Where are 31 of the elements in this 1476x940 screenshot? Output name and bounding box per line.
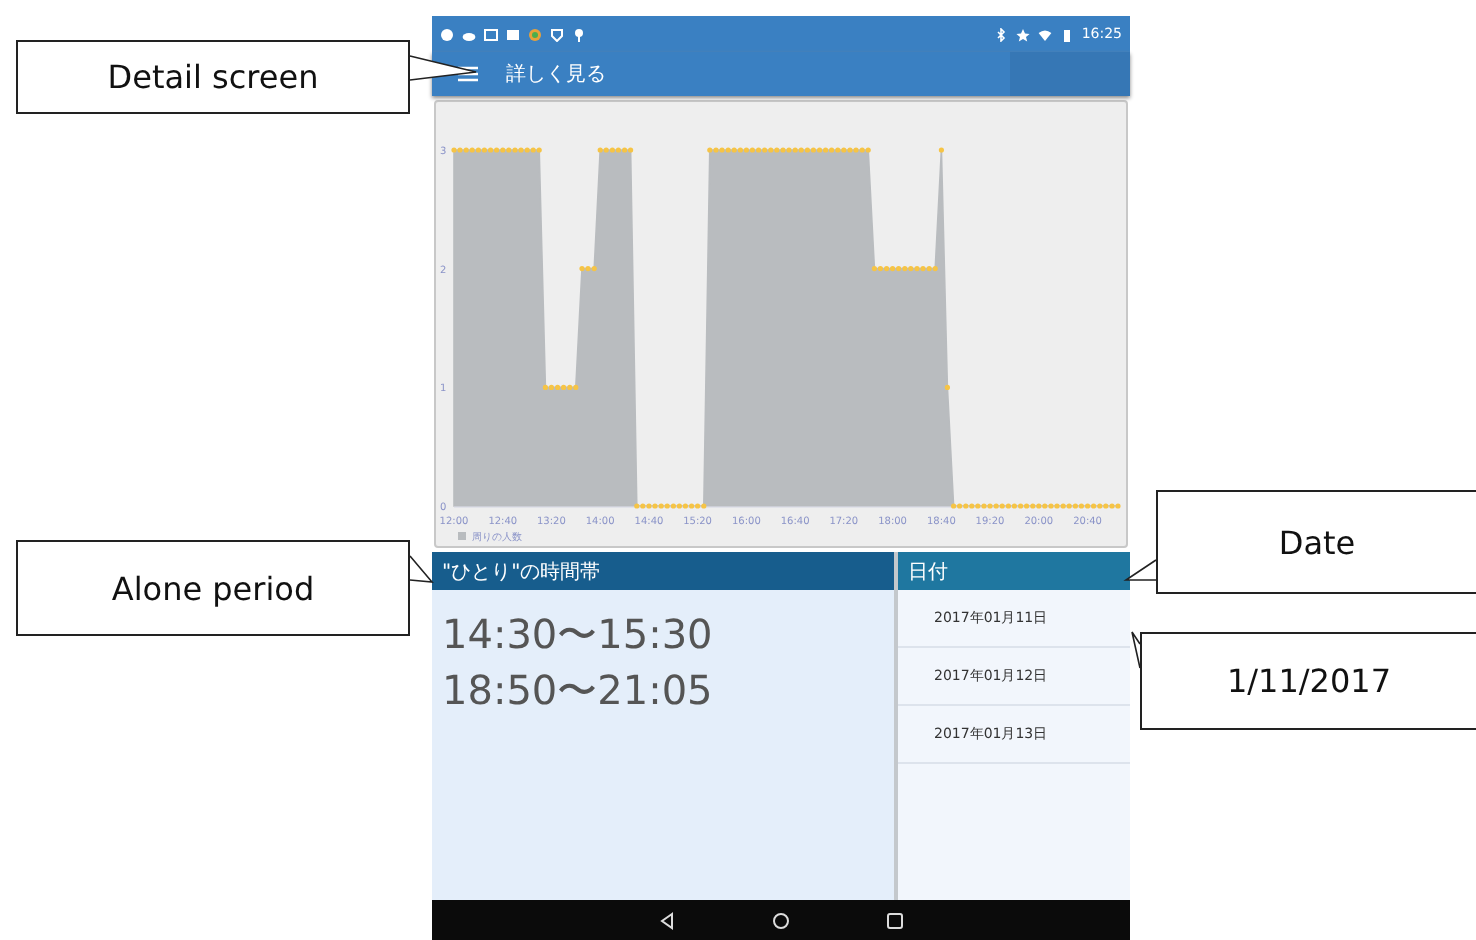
colorful-app-icon	[528, 27, 542, 41]
home-icon[interactable]	[772, 911, 790, 929]
data-point	[938, 147, 944, 153]
image-icon	[506, 27, 520, 41]
menu-icon[interactable]	[458, 66, 478, 82]
callout-pointer	[409, 55, 477, 81]
column-header: "ひとり"の時間帯	[432, 552, 894, 590]
callout-pointer	[1123, 559, 1157, 581]
callout-pointer	[1131, 631, 1141, 669]
time-period: 18:50〜21:05	[440, 664, 715, 718]
callout: 1/11/2017	[1140, 632, 1476, 730]
toolbar-panel	[1010, 52, 1130, 96]
callout: Detail screen	[16, 40, 410, 114]
bluetooth-icon	[993, 27, 1008, 41]
callout-pointer	[409, 555, 434, 583]
pin-icon	[572, 27, 586, 41]
star-icon	[1015, 27, 1030, 41]
legend-swatch	[458, 532, 466, 540]
notification-icon	[440, 27, 454, 41]
callout: Alone period	[16, 540, 410, 636]
recent-apps-icon[interactable]	[886, 911, 904, 929]
screen-icon	[484, 27, 498, 41]
time-period: 14:30〜15:30	[440, 608, 715, 662]
data-point	[944, 384, 950, 390]
column-header: 日付	[898, 552, 1130, 590]
cloud-icon	[462, 27, 476, 41]
back-icon[interactable]	[658, 911, 676, 929]
wifi-icon	[1037, 27, 1052, 41]
callout: Date	[1156, 490, 1476, 594]
screen-title: 詳しく見る	[506, 61, 606, 88]
shield-icon	[550, 27, 564, 41]
